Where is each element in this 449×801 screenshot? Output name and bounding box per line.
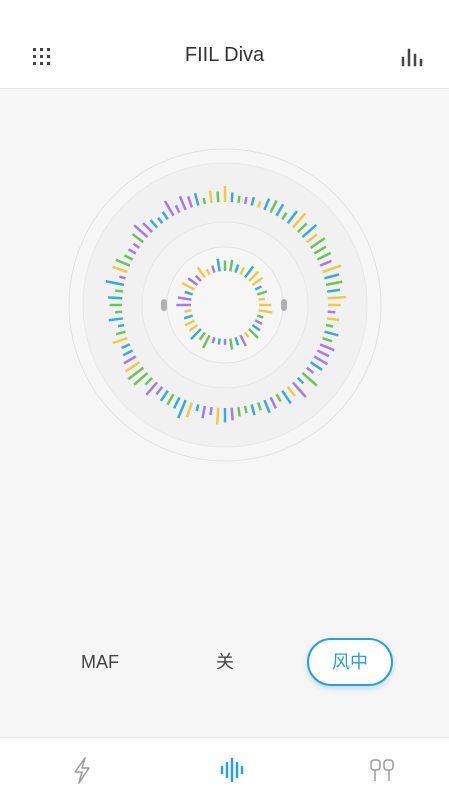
visualizer-bar <box>326 325 333 326</box>
visualizer-bar <box>218 192 219 203</box>
visualizer-bar <box>232 192 233 202</box>
visualizer-bar <box>118 325 124 326</box>
earbuds-icon <box>362 752 402 788</box>
main-content: MAF 关 风中 <box>0 89 449 737</box>
visualizer-bar <box>245 406 246 413</box>
visualizer-bar <box>213 337 215 343</box>
visualizer-bar <box>232 408 233 421</box>
equalizer-icon <box>393 40 433 76</box>
visualizer-bar <box>210 191 212 203</box>
visualizer-bar <box>204 198 205 204</box>
mode-wind-button[interactable]: 风中 <box>307 638 393 686</box>
bottom-tab-bar <box>0 737 449 801</box>
page-title: FIIL Diva <box>0 44 449 67</box>
visualizer-bar <box>197 404 199 410</box>
visualizer-bar <box>119 277 125 279</box>
visualizer-bar <box>327 290 340 292</box>
equalizer-button[interactable] <box>393 40 433 76</box>
visualizer-bar <box>238 196 239 203</box>
left-knob-marker <box>161 299 167 311</box>
visualizer-bar <box>238 407 239 416</box>
visualizer-bar <box>245 197 246 204</box>
visualizer-bar <box>217 408 218 425</box>
visualizer-bar <box>230 339 232 350</box>
visualizer-bar <box>219 339 220 345</box>
visualizer-bar <box>108 297 122 298</box>
tab-noise[interactable] <box>212 752 252 788</box>
mode-maf-button[interactable]: MAF <box>60 638 140 686</box>
mode-off-button[interactable]: 关 <box>185 638 265 686</box>
lightning-icon <box>62 752 102 788</box>
tab-earbuds[interactable] <box>362 752 402 788</box>
noise-visualizer <box>0 89 449 549</box>
top-bar: FIIL Diva <box>0 0 449 89</box>
right-knob-marker <box>281 299 287 311</box>
visualizer-bar <box>327 318 339 320</box>
tab-power[interactable] <box>62 752 102 788</box>
visualizer-bar <box>184 310 191 311</box>
noise-mode-selector: MAF 关 风中 <box>0 638 449 692</box>
visualizer-bar <box>211 407 212 415</box>
visualizer-bar <box>259 299 265 300</box>
soundwave-icon <box>212 752 252 788</box>
visualizer-bar <box>328 297 346 298</box>
visualizer-bar <box>115 291 123 292</box>
